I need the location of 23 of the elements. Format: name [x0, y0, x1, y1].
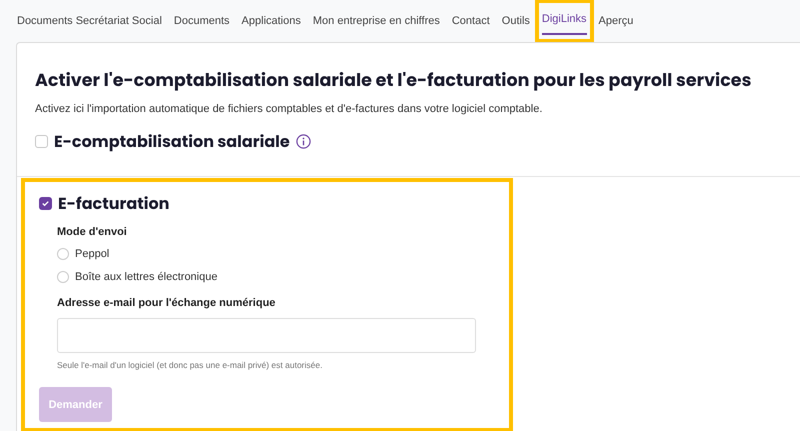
- nav-tab[interactable]: Mon entreprise en chiffres: [312, 13, 440, 36]
- nav-tab[interactable]: Contact: [452, 13, 490, 36]
- page-title: Activer l'e-comptabilisation salariale et l'e-facturation pour les payroll services: [35, 69, 752, 93]
- page-description: Activez ici l'importation automatique de fichiers comptables et d'e-factures dans votre logiciel comptable.: [35, 102, 544, 117]
- checkmark-icon: [41, 199, 50, 208]
- nav-tab[interactable]: Aperçu: [598, 13, 634, 36]
- info-icon[interactable]: [296, 134, 311, 149]
- radio-button[interactable]: [57, 270, 69, 283]
- checkbox[interactable]: [35, 135, 48, 148]
- nav-tab[interactable]: Applications: [242, 13, 301, 36]
- radio-label: Peppol: [75, 247, 110, 262]
- field-label: Adresse e-mail pour l'échange numérique: [57, 296, 276, 311]
- help-text: Seule l'e-mail d'un logiciel (et donc pas une e-mail privé) est autorisée.: [57, 358, 324, 372]
- radio-button[interactable]: [57, 248, 69, 260]
- nav-tab[interactable]: Documents Secrétariat Social: [17, 13, 162, 36]
- email-field[interactable]: [57, 318, 476, 352]
- section-label: E-comptabilisation salariale: [54, 130, 290, 154]
- nav-tab[interactable]: Documents: [174, 13, 230, 36]
- nav-tab[interactable]: Outils: [502, 13, 530, 36]
- field-label: Mode d'envoi: [57, 224, 128, 240]
- checkbox[interactable]: [39, 197, 52, 210]
- section-label: E-facturation: [58, 192, 170, 216]
- radio-label: Boîte aux lettres électronique: [75, 270, 218, 284]
